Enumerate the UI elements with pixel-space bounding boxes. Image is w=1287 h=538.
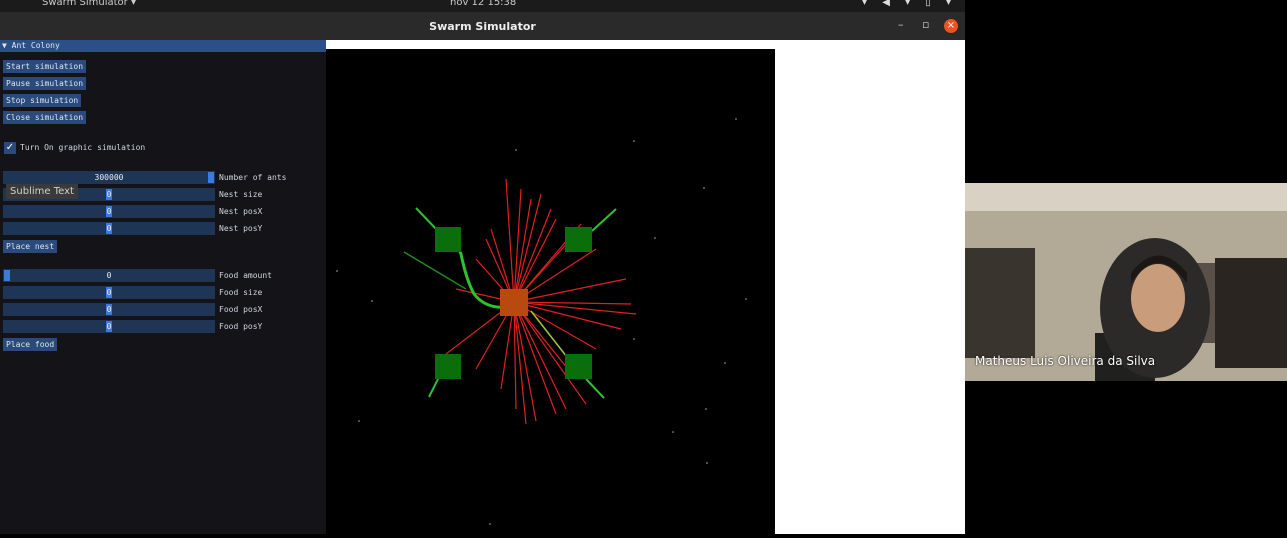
window-titlebar: Swarm Simulator – ▫ × bbox=[0, 12, 965, 40]
ant-colony-header[interactable]: ▼ Ant Colony bbox=[0, 40, 326, 52]
slider-value: 0 bbox=[106, 207, 112, 216]
nest-posx-label: Nest posX bbox=[219, 207, 263, 216]
slider-value: 300000 bbox=[94, 173, 124, 182]
place-nest-button[interactable]: Place nest bbox=[3, 240, 58, 253]
number-of-ants-label: Number of ants bbox=[219, 173, 287, 182]
webcam-feed-image bbox=[965, 183, 1287, 381]
stars bbox=[336, 118, 747, 525]
graphic-simulation-checkbox[interactable]: ✓ bbox=[4, 142, 16, 154]
participant-name: Matheus Luis Oliveira da Silva bbox=[975, 354, 1156, 368]
number-of-ants-slider[interactable]: 300000 bbox=[3, 171, 215, 184]
sublime-text-tooltip: Sublime Text bbox=[6, 184, 78, 199]
place-food-button[interactable]: Place food bbox=[3, 338, 58, 351]
close-window-button[interactable]: × bbox=[944, 19, 958, 33]
simulation-canvas[interactable] bbox=[326, 49, 775, 534]
slider-value: 0 bbox=[106, 224, 112, 233]
food-posy-label: Food posY bbox=[219, 322, 263, 331]
window-title: Swarm Simulator bbox=[429, 20, 536, 33]
close-simulation-button[interactable]: Close simulation bbox=[3, 111, 87, 124]
stop-simulation-button[interactable]: Stop simulation bbox=[3, 94, 82, 107]
food-source bbox=[435, 354, 461, 379]
food-posx-slider[interactable]: 0 bbox=[3, 303, 215, 316]
food-size-label: Food size bbox=[219, 288, 263, 297]
slider-value: 0 bbox=[106, 322, 112, 331]
pause-simulation-button[interactable]: Pause simulation bbox=[3, 77, 87, 90]
app-menu[interactable]: Swarm Simulator ▾ bbox=[42, 0, 136, 8]
system-top-bar: Swarm Simulator ▾ nov 12 15:38 ▾ ◀ ▾ ▯ ▾ bbox=[0, 0, 965, 12]
slider-value: 0 bbox=[106, 305, 112, 314]
food-source bbox=[565, 227, 592, 252]
slider-value: 0 bbox=[106, 288, 112, 297]
start-simulation-button[interactable]: Start simulation bbox=[3, 60, 87, 73]
food-posy-slider[interactable]: 0 bbox=[3, 320, 215, 333]
nest-posx-slider[interactable]: 0 bbox=[3, 205, 215, 218]
participant-video: Matheus Luis Oliveira da Silva bbox=[965, 183, 1287, 381]
nest-size-label: Nest size bbox=[219, 190, 263, 199]
food-posx-label: Food posX bbox=[219, 305, 263, 314]
slider-value: 0 bbox=[106, 271, 112, 280]
graphic-simulation-label: Turn On graphic simulation bbox=[20, 143, 146, 152]
food-size-slider[interactable]: 0 bbox=[3, 286, 215, 299]
system-tray-icons[interactable]: ▾ ◀ ▾ ▯ ▾ bbox=[862, 0, 957, 8]
control-panel: ▼ Ant Colony Start simulation Pause simu… bbox=[0, 40, 326, 534]
food-amount-slider[interactable]: 0 bbox=[3, 269, 215, 282]
ant-nest bbox=[500, 289, 528, 316]
maximize-button[interactable]: ▫ bbox=[922, 18, 929, 31]
nest-posy-slider[interactable]: 0 bbox=[3, 222, 215, 235]
food-source bbox=[435, 227, 461, 252]
food-amount-label: Food amount bbox=[219, 271, 272, 280]
clock[interactable]: nov 12 15:38 bbox=[450, 0, 516, 8]
simulation-svg bbox=[336, 118, 747, 525]
food-source bbox=[565, 354, 592, 379]
minimize-button[interactable]: – bbox=[898, 18, 904, 31]
nest-posy-label: Nest posY bbox=[219, 224, 263, 233]
